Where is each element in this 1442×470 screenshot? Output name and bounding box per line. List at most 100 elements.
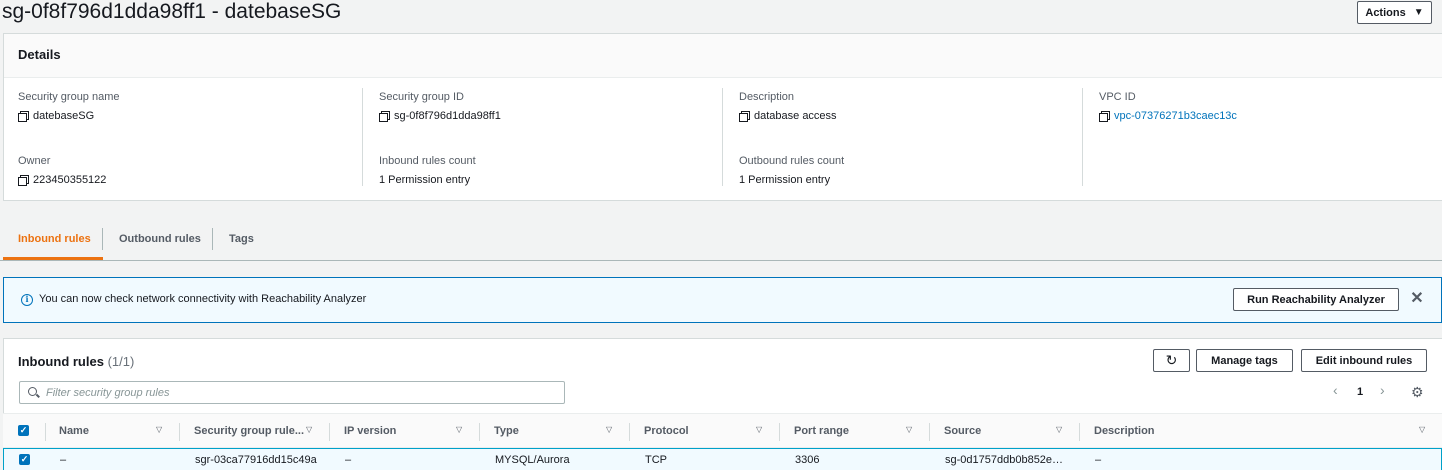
tab-separator (212, 228, 213, 250)
cell-protocol: TCP (645, 454, 667, 466)
detail-label: Security group name (18, 91, 120, 103)
column-header-type[interactable]: Type (494, 425, 519, 437)
detail-value-text: 1 Permission entry (379, 174, 471, 186)
detail-outbound-rules-count: Outbound rules count 1 Permission entry (739, 154, 1089, 187)
sort-icon[interactable]: ▽ (756, 425, 762, 434)
actions-label: Actions (1365, 6, 1406, 19)
banner-text: You can now check network connectivity w… (39, 293, 367, 305)
sort-icon[interactable]: ▽ (156, 425, 162, 434)
caret-down-icon: ▼ (1413, 7, 1424, 18)
column-header-rule-id[interactable]: Security group rule... (194, 425, 304, 437)
detail-value: vpc-07376271b3caec13c (1099, 109, 1442, 123)
filter-rules-input[interactable]: Filter security group rules (19, 381, 565, 404)
sort-icon[interactable]: ▽ (606, 425, 612, 434)
close-icon[interactable]: ✕ (1409, 291, 1425, 307)
column-header-port-range[interactable]: Port range (794, 425, 849, 437)
detail-value: database access (739, 109, 1089, 123)
cell-type: MYSQL/Aurora (495, 454, 570, 466)
table-header: ✓ Name ▽ Security group rule... ▽ IP ver… (3, 413, 1442, 448)
actions-button[interactable]: Actions ▼ (1357, 1, 1432, 24)
cell-name: – (60, 454, 67, 466)
column-separator (179, 423, 180, 441)
cell-source: sg-0d1757ddb0b852e… (945, 454, 1064, 466)
column-separator (479, 423, 480, 441)
column-separator (779, 423, 780, 441)
detail-label: Description (739, 91, 795, 103)
tab-tags[interactable]: Tags (229, 218, 254, 260)
detail-vpc-id: VPC ID vpc-07376271b3caec13c (1099, 90, 1442, 123)
page-title: sg-0f8f796d1dda98ff1 - datebaseSG (2, 0, 342, 23)
cell-ip-version: – (345, 454, 352, 466)
rules-count: (1/1) (107, 354, 135, 369)
copy-icon[interactable] (379, 111, 390, 122)
cell-port-range: 3306 (795, 454, 820, 466)
copy-icon[interactable] (1099, 111, 1110, 122)
column-separator (329, 423, 330, 441)
select-all-checkbox[interactable]: ✓ (18, 425, 29, 436)
detail-value: datebaseSG (18, 109, 368, 123)
previous-page-icon[interactable]: ‹ (1333, 382, 1338, 398)
detail-value-text: database access (754, 110, 837, 122)
tab-separator (102, 228, 103, 250)
column-header-description[interactable]: Description (1094, 425, 1155, 437)
vpc-id-link[interactable]: vpc-07376271b3caec13c (1114, 109, 1237, 123)
detail-owner: Owner 223450355122 (18, 154, 368, 187)
column-separator (929, 423, 930, 441)
tab-outbound-rules[interactable]: Outbound rules (119, 218, 201, 260)
refresh-icon: ↻ (1165, 352, 1178, 368)
refresh-button[interactable]: ↻ (1153, 349, 1190, 372)
sort-icon[interactable]: ▽ (1419, 425, 1425, 434)
detail-label: Outbound rules count (739, 155, 845, 167)
search-icon (28, 387, 37, 396)
active-tab-indicator (3, 257, 103, 260)
detail-value: 223450355122 (18, 173, 368, 187)
column-header-name[interactable]: Name (59, 425, 89, 437)
gear-icon[interactable]: ⚙ (1411, 385, 1425, 399)
detail-label: VPC ID (1099, 91, 1136, 103)
detail-value-text: datebaseSG (33, 110, 95, 122)
page-number[interactable]: 1 (1357, 386, 1363, 398)
copy-icon[interactable] (18, 175, 29, 186)
details-panel: Details Security group name datebaseSG S… (3, 33, 1442, 201)
sort-icon[interactable]: ▽ (456, 425, 462, 434)
tab-inbound-rules[interactable]: Inbound rules (18, 218, 91, 260)
row-checkbox[interactable]: ✓ (19, 454, 30, 465)
cell-description: – (1095, 454, 1102, 466)
detail-value-text: 223450355122 (33, 174, 107, 186)
info-icon: i (21, 294, 33, 306)
detail-value: sg-0f8f796d1dda98ff1 (379, 109, 729, 123)
detail-label: Inbound rules count (379, 155, 476, 167)
cell-rule-id: sgr-03ca77916dd15c49a (195, 454, 317, 466)
next-page-icon[interactable]: › (1380, 382, 1385, 398)
detail-value: 1 Permission entry (379, 173, 729, 187)
detail-label: Owner (18, 155, 51, 167)
copy-icon[interactable] (739, 111, 750, 122)
detail-value: 1 Permission entry (739, 173, 1089, 187)
copy-icon[interactable] (18, 111, 29, 122)
manage-tags-button[interactable]: Manage tags (1196, 349, 1293, 372)
column-separator (1079, 423, 1080, 441)
detail-value-text: 1 Permission entry (739, 174, 831, 186)
rules-title-text: Inbound rules (18, 354, 104, 369)
details-title: Details (4, 34, 1442, 78)
edit-inbound-rules-button[interactable]: Edit inbound rules (1301, 349, 1427, 372)
detail-security-group-id: Security group ID sg-0f8f796d1dda98ff1 (379, 90, 729, 123)
column-separator (629, 423, 630, 441)
sort-icon[interactable]: ▽ (306, 425, 312, 434)
column-header-ip-version[interactable]: IP version (344, 425, 396, 437)
info-banner: i You can now check network connectivity… (3, 277, 1442, 323)
detail-inbound-rules-count: Inbound rules count 1 Permission entry (379, 154, 729, 187)
column-header-source[interactable]: Source (944, 425, 981, 437)
tab-bar: Inbound rules Outbound rules Tags (0, 218, 1442, 261)
detail-value-text: sg-0f8f796d1dda98ff1 (394, 110, 501, 122)
search-placeholder: Filter security group rules (46, 387, 170, 399)
sort-icon[interactable]: ▽ (1056, 425, 1062, 434)
sort-icon[interactable]: ▽ (906, 425, 912, 434)
run-reachability-analyzer-button[interactable]: Run Reachability Analyzer (1233, 288, 1399, 311)
rules-title: Inbound rules (1/1) (18, 354, 134, 369)
detail-label: Security group ID (379, 91, 464, 103)
table-row[interactable]: ✓ – sgr-03ca77916dd15c49a – MYSQL/Aurora… (3, 448, 1442, 470)
detail-description: Description database access (739, 90, 1089, 123)
column-header-protocol[interactable]: Protocol (644, 425, 689, 437)
column-separator (45, 423, 46, 441)
